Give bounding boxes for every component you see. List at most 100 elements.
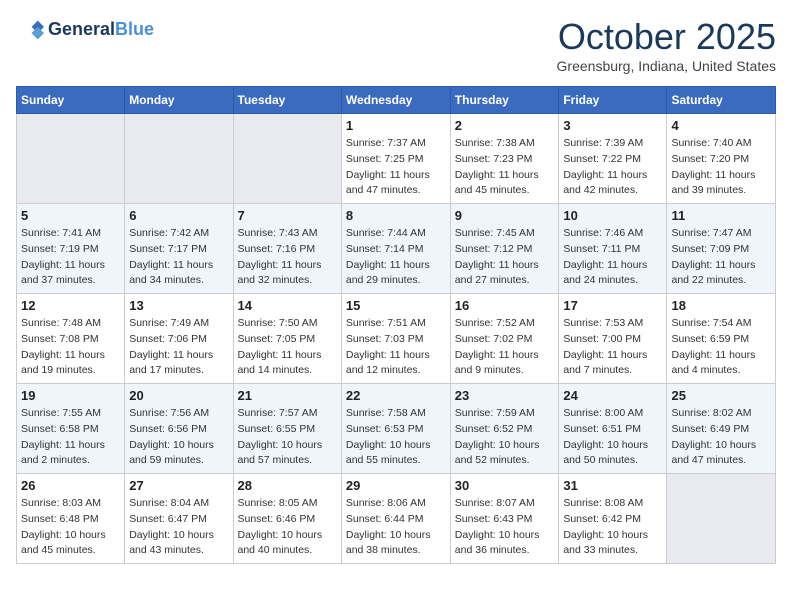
- day-number: 2: [455, 118, 555, 133]
- calendar-cell: 3Sunrise: 7:39 AM Sunset: 7:22 PM Daylig…: [559, 114, 667, 204]
- day-number: 5: [21, 208, 120, 223]
- day-number: 13: [129, 298, 228, 313]
- day-info: Sunrise: 8:07 AM Sunset: 6:43 PM Dayligh…: [455, 496, 555, 559]
- day-info: Sunrise: 7:37 AM Sunset: 7:25 PM Dayligh…: [346, 136, 446, 199]
- calendar-cell: 24 Sunrise: 8:00 AM Sunset: 6:51 PM Dayli…: [559, 384, 667, 474]
- day-info: Sunrise: 8:03 AM Sunset: 6:48 PM Dayligh…: [21, 496, 120, 559]
- calendar-cell: 31 Sunrise: 8:08 AM Sunset: 6:42 PM Dayli…: [559, 474, 667, 564]
- calendar-cell: [667, 474, 776, 564]
- day-number: 15: [346, 298, 446, 313]
- day-number: 30: [455, 478, 555, 493]
- calendar-cell: 1 Sunrise: 7:37 AM Sunset: 7:25 PM Daylig…: [341, 114, 450, 204]
- location: Greensburg, Indiana, United States: [557, 58, 776, 74]
- day-number: 4: [671, 118, 771, 133]
- day-number: 12: [21, 298, 120, 313]
- day-info: Sunrise: 8:06 AM Sunset: 6:44 PM Dayligh…: [346, 496, 446, 559]
- weekday-header-thursday: Thursday: [450, 87, 559, 114]
- calendar-cell: 17 Sunrise: 7:53 AM Sunset: 7:00 PM Dayli…: [559, 294, 667, 384]
- title-block: October 2025 Greensburg, Indiana, United…: [557, 16, 776, 74]
- calendar-cell: 6 Sunrise: 7:42 AM Sunset: 7:17 PM Daylig…: [125, 204, 233, 294]
- calendar-cell: 7 Sunrise: 7:43 AM Sunset: 7:16 PM Daylig…: [233, 204, 341, 294]
- day-info: Sunrise: 8:08 AM Sunset: 6:42 PM Dayligh…: [563, 496, 662, 559]
- day-number: 17: [563, 298, 662, 313]
- calendar-cell: [125, 114, 233, 204]
- weekday-header-wednesday: Wednesday: [341, 87, 450, 114]
- day-number: 8: [346, 208, 446, 223]
- day-info: Sunrise: 7:57 AM Sunset: 6:55 PM Dayligh…: [238, 406, 337, 469]
- calendar-cell: 29 Sunrise: 8:06 AM Sunset: 6:44 PM Dayli…: [341, 474, 450, 564]
- calendar-cell: 8 Sunrise: 7:44 AM Sunset: 7:14 PM Daylig…: [341, 204, 450, 294]
- calendar-cell: 4Sunrise: 7:40 AM Sunset: 7:20 PM Daylig…: [667, 114, 776, 204]
- day-info: Sunrise: 7:47 AM Sunset: 7:09 PM Dayligh…: [671, 226, 771, 289]
- day-info: Sunrise: 7:46 AM Sunset: 7:11 PM Dayligh…: [563, 226, 662, 289]
- logo: GeneralBlue: [16, 16, 154, 44]
- month-title: October 2025: [557, 16, 776, 58]
- weekday-header-monday: Monday: [125, 87, 233, 114]
- calendar-week-3: 12 Sunrise: 7:48 AM Sunset: 7:08 PM Dayli…: [17, 294, 776, 384]
- calendar-cell: 20 Sunrise: 7:56 AM Sunset: 6:56 PM Dayli…: [125, 384, 233, 474]
- calendar-week-1: 1 Sunrise: 7:37 AM Sunset: 7:25 PM Daylig…: [17, 114, 776, 204]
- day-info: Sunrise: 8:00 AM Sunset: 6:51 PM Dayligh…: [563, 406, 662, 469]
- calendar-cell: 11 Sunrise: 7:47 AM Sunset: 7:09 PM Dayli…: [667, 204, 776, 294]
- day-number: 11: [671, 208, 771, 223]
- calendar-cell: [233, 114, 341, 204]
- calendar-cell: 9 Sunrise: 7:45 AM Sunset: 7:12 PM Daylig…: [450, 204, 559, 294]
- day-info: Sunrise: 7:48 AM Sunset: 7:08 PM Dayligh…: [21, 316, 120, 379]
- calendar-cell: [17, 114, 125, 204]
- calendar-cell: 14Sunrise: 7:50 AM Sunset: 7:05 PM Dayli…: [233, 294, 341, 384]
- calendar-cell: 25Sunrise: 8:02 AM Sunset: 6:49 PM Dayli…: [667, 384, 776, 474]
- day-info: Sunrise: 7:53 AM Sunset: 7:00 PM Dayligh…: [563, 316, 662, 379]
- day-number: 31: [563, 478, 662, 493]
- day-info: Sunrise: 7:51 AM Sunset: 7:03 PM Dayligh…: [346, 316, 446, 379]
- calendar-cell: 23Sunrise: 7:59 AM Sunset: 6:52 PM Dayli…: [450, 384, 559, 474]
- page-header: GeneralBlue October 2025 Greensburg, Ind…: [16, 16, 776, 74]
- day-number: 24: [563, 388, 662, 403]
- day-number: 7: [238, 208, 337, 223]
- calendar-cell: 21 Sunrise: 7:57 AM Sunset: 6:55 PM Dayli…: [233, 384, 341, 474]
- day-number: 29: [346, 478, 446, 493]
- day-number: 18: [671, 298, 771, 313]
- calendar-week-5: 26Sunrise: 8:03 AM Sunset: 6:48 PM Dayli…: [17, 474, 776, 564]
- day-number: 1: [346, 118, 446, 133]
- day-number: 25: [671, 388, 771, 403]
- calendar-cell: 13Sunrise: 7:49 AM Sunset: 7:06 PM Dayli…: [125, 294, 233, 384]
- calendar-week-2: 5 Sunrise: 7:41 AM Sunset: 7:19 PM Daylig…: [17, 204, 776, 294]
- logo-text: GeneralBlue: [48, 20, 154, 40]
- calendar-cell: 2Sunrise: 7:38 AM Sunset: 7:23 PM Daylig…: [450, 114, 559, 204]
- day-info: Sunrise: 7:54 AM Sunset: 6:59 PM Dayligh…: [671, 316, 771, 379]
- day-number: 10: [563, 208, 662, 223]
- day-number: 20: [129, 388, 228, 403]
- day-info: Sunrise: 7:42 AM Sunset: 7:17 PM Dayligh…: [129, 226, 228, 289]
- weekday-header-saturday: Saturday: [667, 87, 776, 114]
- weekday-header-sunday: Sunday: [17, 87, 125, 114]
- day-info: Sunrise: 7:56 AM Sunset: 6:56 PM Dayligh…: [129, 406, 228, 469]
- weekday-header-tuesday: Tuesday: [233, 87, 341, 114]
- day-info: Sunrise: 8:05 AM Sunset: 6:46 PM Dayligh…: [238, 496, 337, 559]
- day-info: Sunrise: 7:58 AM Sunset: 6:53 PM Dayligh…: [346, 406, 446, 469]
- day-number: 28: [238, 478, 337, 493]
- day-info: Sunrise: 7:52 AM Sunset: 7:02 PM Dayligh…: [455, 316, 555, 379]
- calendar-cell: 30 Sunrise: 8:07 AM Sunset: 6:43 PM Dayli…: [450, 474, 559, 564]
- logo-icon: [16, 16, 44, 44]
- day-info: Sunrise: 7:44 AM Sunset: 7:14 PM Dayligh…: [346, 226, 446, 289]
- day-number: 22: [346, 388, 446, 403]
- calendar-table: SundayMondayTuesdayWednesdayThursdayFrid…: [16, 86, 776, 564]
- day-info: Sunrise: 7:41 AM Sunset: 7:19 PM Dayligh…: [21, 226, 120, 289]
- calendar-cell: 10 Sunrise: 7:46 AM Sunset: 7:11 PM Dayli…: [559, 204, 667, 294]
- day-number: 19: [21, 388, 120, 403]
- calendar-week-4: 19 Sunrise: 7:55 AM Sunset: 6:58 PM Dayli…: [17, 384, 776, 474]
- day-info: Sunrise: 7:59 AM Sunset: 6:52 PM Dayligh…: [455, 406, 555, 469]
- day-number: 6: [129, 208, 228, 223]
- day-info: Sunrise: 7:43 AM Sunset: 7:16 PM Dayligh…: [238, 226, 337, 289]
- day-number: 3: [563, 118, 662, 133]
- day-number: 16: [455, 298, 555, 313]
- calendar-cell: 27Sunrise: 8:04 AM Sunset: 6:47 PM Dayli…: [125, 474, 233, 564]
- calendar-cell: 5 Sunrise: 7:41 AM Sunset: 7:19 PM Daylig…: [17, 204, 125, 294]
- calendar-cell: 19 Sunrise: 7:55 AM Sunset: 6:58 PM Dayli…: [17, 384, 125, 474]
- day-info: Sunrise: 7:55 AM Sunset: 6:58 PM Dayligh…: [21, 406, 120, 469]
- day-info: Sunrise: 7:50 AM Sunset: 7:05 PM Dayligh…: [238, 316, 337, 379]
- day-number: 21: [238, 388, 337, 403]
- calendar-cell: 16 Sunrise: 7:52 AM Sunset: 7:02 PM Dayli…: [450, 294, 559, 384]
- day-info: Sunrise: 7:45 AM Sunset: 7:12 PM Dayligh…: [455, 226, 555, 289]
- day-number: 9: [455, 208, 555, 223]
